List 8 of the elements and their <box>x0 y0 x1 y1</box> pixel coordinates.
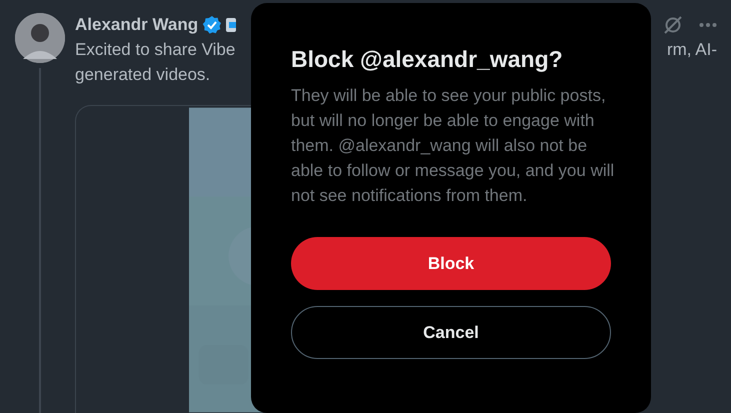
cancel-button[interactable]: Cancel <box>291 306 611 359</box>
block-button[interactable]: Block <box>291 237 611 290</box>
post-text: Excited to share Vibe <box>75 39 236 61</box>
dialog-title: Block @alexandr_wang? <box>291 45 564 73</box>
post-text: generated videos. <box>75 64 210 86</box>
post-text: rm, AI- <box>666 39 717 61</box>
dialog-message: They will be able to see your public posts, but will no longer be able to engage with them. @alexandr_wang will also not be able to follow or message you, and you will not see notifications from them. <box>291 85 616 207</box>
author-name: Alexandr Wang <box>75 14 198 36</box>
